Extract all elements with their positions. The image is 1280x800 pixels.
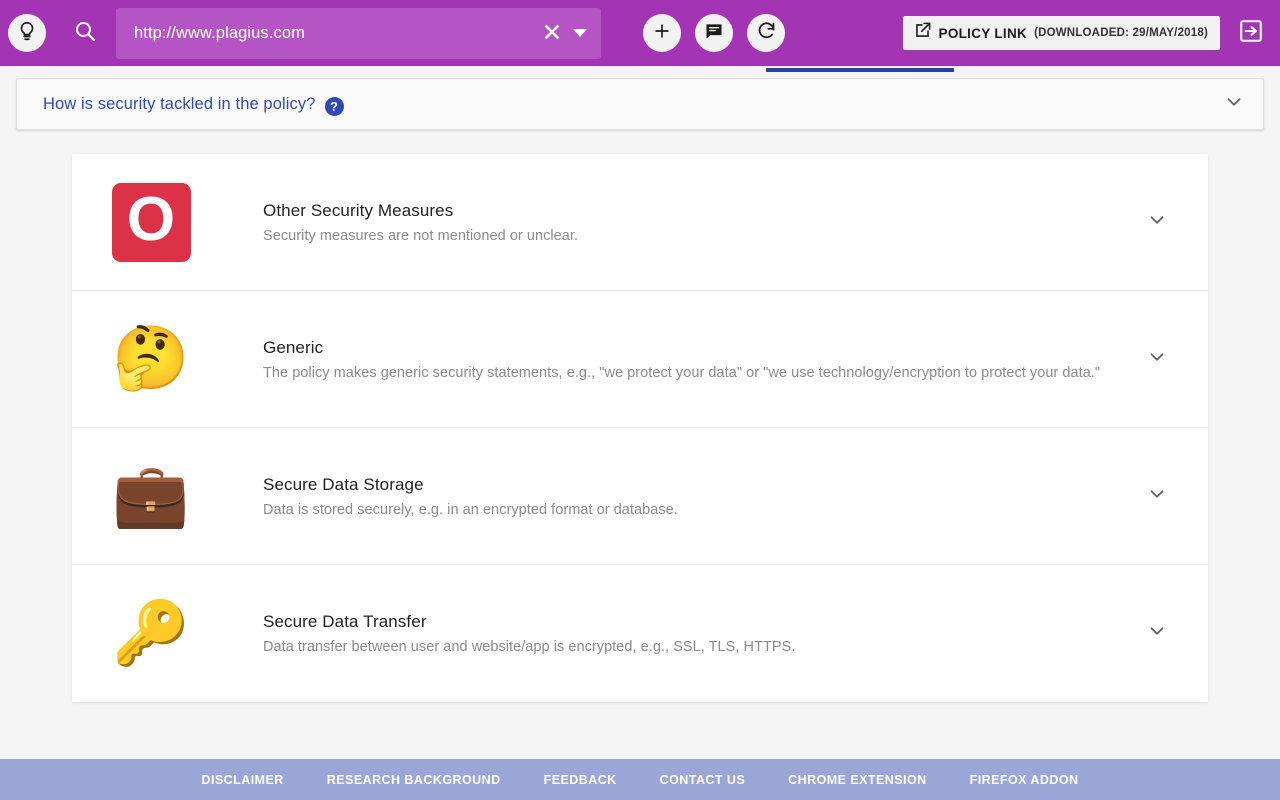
letter-o-tile-icon: O — [111, 182, 191, 262]
lightbulb-icon — [16, 20, 38, 47]
category-text: Generic The policy makes generic securit… — [192, 338, 1126, 381]
list-item[interactable]: O Other Security Measures Security measu… — [72, 154, 1208, 291]
question-title: How is security tackled in the policy? — [43, 94, 316, 113]
policy-link-button[interactable]: POLICY LINK (DOWNLOADED: 29/MAY/2018) — [902, 16, 1220, 50]
thinking-face-icon: 🤔 — [112, 324, 190, 393]
plus-icon — [652, 21, 672, 46]
url-bar[interactable]: http://www.plagius.com ✕ — [116, 7, 601, 59]
category-text: Secure Data Transfer Data transfer betwe… — [192, 612, 1126, 655]
category-icon: 💼 — [110, 465, 192, 527]
category-icon-glyph: O — [126, 185, 176, 254]
category-description: The policy makes generic security statem… — [263, 364, 1101, 381]
briefcase-icon: 💼 — [112, 461, 190, 530]
footer-link-chrome-extension[interactable]: CHROME EXTENSION — [788, 773, 926, 787]
category-panel: O Other Security Measures Security measu… — [72, 154, 1208, 702]
policy-downloaded-date: (DOWNLOADED: 29/MAY/2018) — [1034, 27, 1208, 39]
header-action-buttons — [643, 14, 785, 52]
comment-icon — [704, 21, 724, 46]
footer-link-disclaimer[interactable]: DISCLAIMER — [201, 773, 283, 787]
logout-icon — [1238, 18, 1264, 49]
url-dropdown-caret-icon[interactable] — [573, 29, 587, 37]
external-link-icon — [913, 21, 932, 45]
refresh-icon — [756, 20, 777, 46]
chevron-down-icon[interactable] — [1146, 483, 1168, 510]
policy-link-label: POLICY LINK — [938, 25, 1028, 41]
footer-link-contact-us[interactable]: CONTACT US — [660, 773, 746, 787]
refresh-button[interactable] — [747, 14, 785, 52]
footer-link-firefox-addon[interactable]: FIREFOX ADDON — [970, 773, 1079, 787]
url-input[interactable]: http://www.plagius.com — [134, 24, 539, 43]
chevron-down-icon[interactable] — [1146, 346, 1168, 373]
category-title: Secure Data Storage — [263, 474, 424, 494]
category-description: Data transfer between user and website/a… — [263, 639, 796, 655]
footer-link-research-background[interactable]: RESEARCH BACKGROUND — [327, 773, 501, 787]
key-icon: 🔑 — [112, 598, 190, 668]
question-chevron-down-icon[interactable] — [1223, 91, 1245, 118]
category-icon: 🤔 — [110, 328, 192, 390]
category-title: Secure Data Transfer — [263, 612, 427, 631]
list-item[interactable]: 💼 Secure Data Storage Data is stored sec… — [72, 428, 1208, 565]
category-description: Data is stored securely, e.g. in an encr… — [263, 501, 678, 518]
chevron-down-icon[interactable] — [1146, 209, 1168, 236]
chevron-down-icon[interactable] — [1146, 620, 1168, 647]
add-button[interactable] — [643, 14, 681, 52]
category-title: Other Security Measures — [263, 200, 454, 220]
search-button[interactable] — [62, 10, 108, 56]
app-logo-button[interactable] — [8, 14, 46, 52]
category-icon: O — [110, 182, 192, 262]
question-accordion-header[interactable]: How is security tackled in the policy? ? — [16, 78, 1264, 130]
app-header: http://www.plagius.com ✕ POLICY LINK (DO… — [0, 0, 1280, 72]
logout-button[interactable] — [1236, 18, 1266, 48]
category-icon: 🔑 — [110, 598, 192, 668]
search-icon — [73, 19, 97, 48]
list-item[interactable]: 🔑 Secure Data Transfer Data transfer bet… — [72, 565, 1208, 702]
category-description: Security measures are not mentioned or u… — [263, 227, 579, 244]
list-item[interactable]: 🤔 Generic The policy makes generic secur… — [72, 291, 1208, 428]
active-tab-indicator — [766, 68, 954, 72]
category-text: Secure Data Storage Data is stored secur… — [192, 475, 1126, 518]
category-title: Generic — [263, 337, 324, 357]
footer-nav: DISCLAIMER RESEARCH BACKGROUND FEEDBACK … — [0, 759, 1280, 800]
comment-button[interactable] — [695, 14, 733, 52]
content-scroll-area: O Other Security Measures Security measu… — [0, 130, 1280, 759]
help-icon[interactable]: ? — [324, 96, 344, 116]
clear-url-button[interactable]: ✕ — [539, 20, 565, 46]
category-text: Other Security Measures Security measure… — [192, 201, 1126, 244]
footer-link-feedback[interactable]: FEEDBACK — [544, 773, 617, 787]
